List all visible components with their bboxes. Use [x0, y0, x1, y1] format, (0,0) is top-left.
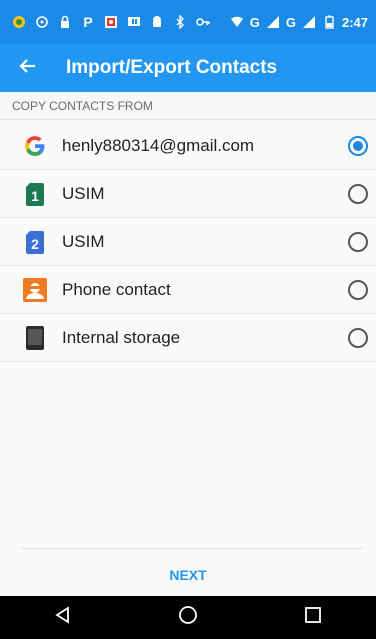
status-time: 2:47	[341, 14, 368, 30]
source-label: Internal storage	[62, 327, 181, 347]
source-label: USIM	[62, 231, 105, 251]
android-debug-icon	[12, 15, 26, 29]
key-icon	[196, 15, 210, 29]
radio-unselected[interactable]	[348, 327, 368, 348]
signal-icon	[266, 15, 280, 29]
app-bar: Import/Export Contacts	[0, 44, 376, 92]
source-google-account[interactable]: henly880314@gmail.com	[0, 122, 376, 170]
notification-icons: P	[12, 14, 210, 30]
status-bar: P G G 2:47	[0, 0, 376, 44]
network-label-1: G	[249, 14, 260, 30]
source-internal-storage[interactable]: Internal storage	[0, 314, 376, 362]
back-triangle-icon	[54, 606, 72, 629]
home-circle-icon	[178, 605, 198, 630]
source-usim-1[interactable]: 1 USIM	[0, 170, 376, 218]
system-icons: G G 2:47	[230, 15, 368, 30]
back-button[interactable]	[0, 44, 56, 92]
lock-icon	[58, 15, 72, 29]
wifi-icon	[230, 15, 244, 29]
source-label: Phone contact	[62, 279, 171, 299]
radio-selected[interactable]	[348, 135, 368, 156]
radio-unselected[interactable]	[348, 231, 368, 252]
p-icon: P	[83, 14, 93, 30]
arrow-left-icon	[18, 56, 38, 81]
footer-divider	[22, 548, 362, 549]
source-label: henly880314@gmail.com	[62, 135, 255, 155]
android-icon	[150, 15, 164, 29]
photo-icon	[104, 15, 118, 29]
signal-icon	[302, 15, 316, 29]
sync-icon	[35, 15, 49, 29]
google-icon	[22, 133, 48, 159]
nav-back-button[interactable]	[43, 598, 83, 638]
navigation-bar	[0, 596, 376, 639]
next-button[interactable]: NEXT	[0, 556, 376, 594]
contact-source-list: henly880314@gmail.com 1 USIM 2 USIM Phon…	[0, 122, 376, 362]
recents-square-icon	[304, 606, 322, 629]
section-header: COPY CONTACTS FROM	[0, 92, 376, 120]
svg-text:1: 1	[31, 188, 39, 204]
network-label-2: G	[285, 14, 296, 30]
nav-home-button[interactable]	[168, 598, 208, 638]
bluetooth-icon	[173, 15, 187, 29]
message-icon	[127, 15, 141, 29]
internal-storage-icon	[22, 325, 48, 351]
source-phone-contact[interactable]: Phone contact	[0, 266, 376, 314]
svg-text:2: 2	[31, 236, 39, 252]
radio-unselected[interactable]	[348, 279, 368, 300]
source-usim-2[interactable]: 2 USIM	[0, 218, 376, 266]
source-label: USIM	[62, 183, 105, 203]
nav-recents-button[interactable]	[293, 598, 333, 638]
radio-unselected[interactable]	[348, 183, 368, 204]
battery-icon	[322, 15, 336, 29]
phone-contact-icon	[22, 277, 48, 303]
page-title: Import/Export Contacts	[66, 57, 278, 78]
sim2-icon: 2	[22, 229, 48, 255]
sim1-icon: 1	[22, 181, 48, 207]
